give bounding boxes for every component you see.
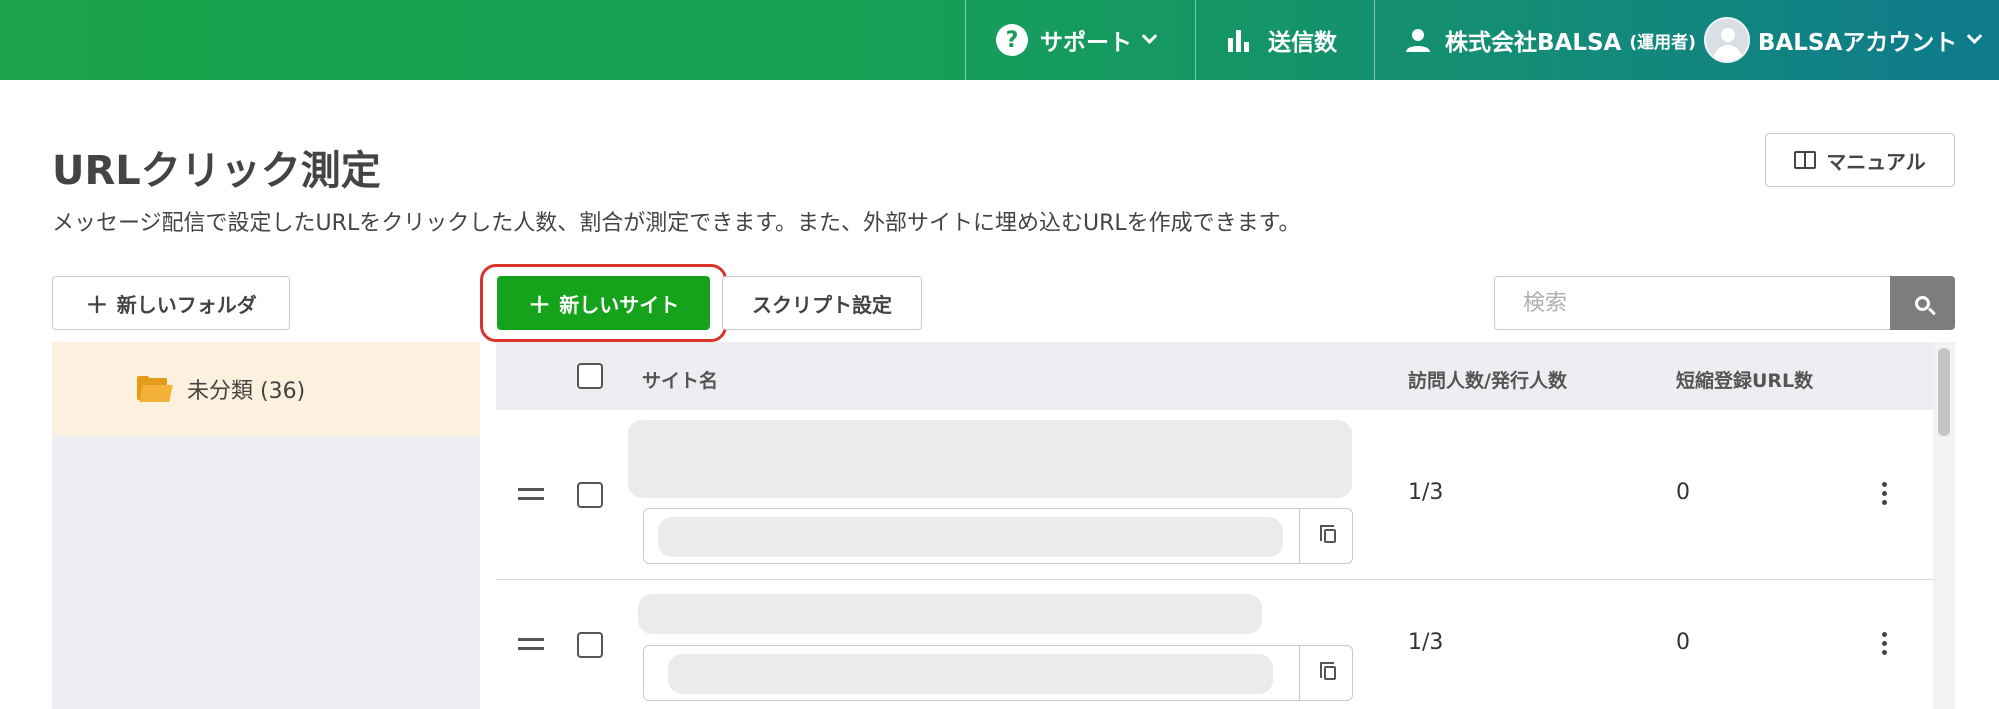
- script-settings-label: スクリプト設定: [752, 292, 892, 317]
- page-title: URLクリック測定: [52, 148, 381, 194]
- drag-handle-icon[interactable]: [518, 488, 544, 500]
- avatar: [1703, 17, 1750, 63]
- support-menu[interactable]: ? サポート: [965, 0, 1195, 80]
- new-folder-label: 新しいフォルダ: [116, 292, 257, 317]
- column-site-name: サイト名: [642, 370, 719, 392]
- search-input[interactable]: [1494, 276, 1890, 330]
- support-label: サポート: [1040, 30, 1132, 56]
- plus-icon: +: [527, 286, 552, 320]
- select-all-checkbox[interactable]: [577, 363, 603, 389]
- question-circle-icon: ?: [996, 24, 1028, 56]
- row-checkbox[interactable]: [577, 632, 603, 658]
- url-field[interactable]: [643, 645, 1353, 701]
- short-urls-value: 0: [1676, 480, 1690, 505]
- site-table: サイト名 訪問人数/発行人数 短縮登録URL数 1/3 0 1/3 0: [496, 342, 1933, 709]
- scrollbar-thumb[interactable]: [1938, 348, 1950, 436]
- company-role: (運用者): [1629, 32, 1696, 53]
- chevron-down-icon: [1141, 27, 1158, 44]
- user-icon: [1406, 29, 1430, 52]
- folder-item-uncategorized[interactable]: 未分類 (36): [52, 342, 480, 436]
- folder-label: 未分類 (36): [187, 379, 306, 404]
- column-visits: 訪問人数/発行人数: [1408, 370, 1567, 392]
- site-name-redacted: [638, 594, 1262, 634]
- company-name: 株式会社BALSA: [1445, 30, 1622, 56]
- page-description: メッセージ配信で設定したURLをクリックした人数、割合が測定できます。また、外部…: [52, 211, 1301, 236]
- manual-label: マニュアル: [1826, 149, 1926, 174]
- plus-icon: +: [85, 286, 109, 320]
- site-name-redacted: [628, 420, 1352, 498]
- script-settings-button[interactable]: スクリプト設定: [722, 276, 922, 330]
- new-folder-button[interactable]: + 新しいフォルダ: [52, 276, 290, 330]
- sends-label: 送信数: [1268, 30, 1337, 56]
- new-site-button[interactable]: + 新しいサイト: [497, 276, 710, 330]
- visits-value: 1/3: [1408, 630, 1444, 655]
- table-header: サイト名 訪問人数/発行人数 短縮登録URL数: [496, 342, 1933, 410]
- folder-open-icon: [137, 376, 173, 402]
- kebab-menu-icon[interactable]: [1882, 632, 1888, 656]
- chevron-down-icon: [1966, 27, 1983, 44]
- search-icon: [1915, 295, 1930, 311]
- table-scrollbar[interactable]: [1933, 342, 1955, 709]
- drag-handle-icon[interactable]: [518, 638, 544, 650]
- top-header: ? サポート 送信数 株式会社BALSA (運用者) BALSAアカウント: [0, 0, 1999, 80]
- url-redacted: [658, 517, 1283, 557]
- table-row: 1/3 0: [496, 580, 1933, 709]
- copy-icon[interactable]: [1320, 525, 1336, 543]
- url-redacted: [668, 654, 1273, 694]
- column-short-urls: 短縮登録URL数: [1676, 370, 1814, 392]
- book-icon: [1794, 151, 1817, 169]
- url-field[interactable]: [643, 508, 1353, 564]
- search-button[interactable]: [1890, 276, 1955, 330]
- kebab-menu-icon[interactable]: [1882, 482, 1888, 506]
- divider: [1299, 509, 1300, 563]
- account-menu[interactable]: 株式会社BALSA (運用者) BALSAアカウント: [1374, 0, 1999, 80]
- table-row: 1/3 0: [496, 410, 1933, 580]
- account-name: BALSAアカウント: [1757, 30, 1958, 56]
- short-urls-value: 0: [1676, 630, 1690, 655]
- copy-icon[interactable]: [1320, 662, 1336, 680]
- sends-menu[interactable]: 送信数: [1195, 0, 1374, 80]
- visits-value: 1/3: [1408, 480, 1444, 505]
- folder-sidebar: 未分類 (36): [52, 342, 480, 709]
- row-checkbox[interactable]: [577, 482, 603, 508]
- bar-chart-icon: [1228, 30, 1249, 52]
- manual-button[interactable]: マニュアル: [1765, 133, 1955, 187]
- new-site-label: 新しいサイト: [559, 292, 680, 317]
- divider: [1299, 646, 1300, 700]
